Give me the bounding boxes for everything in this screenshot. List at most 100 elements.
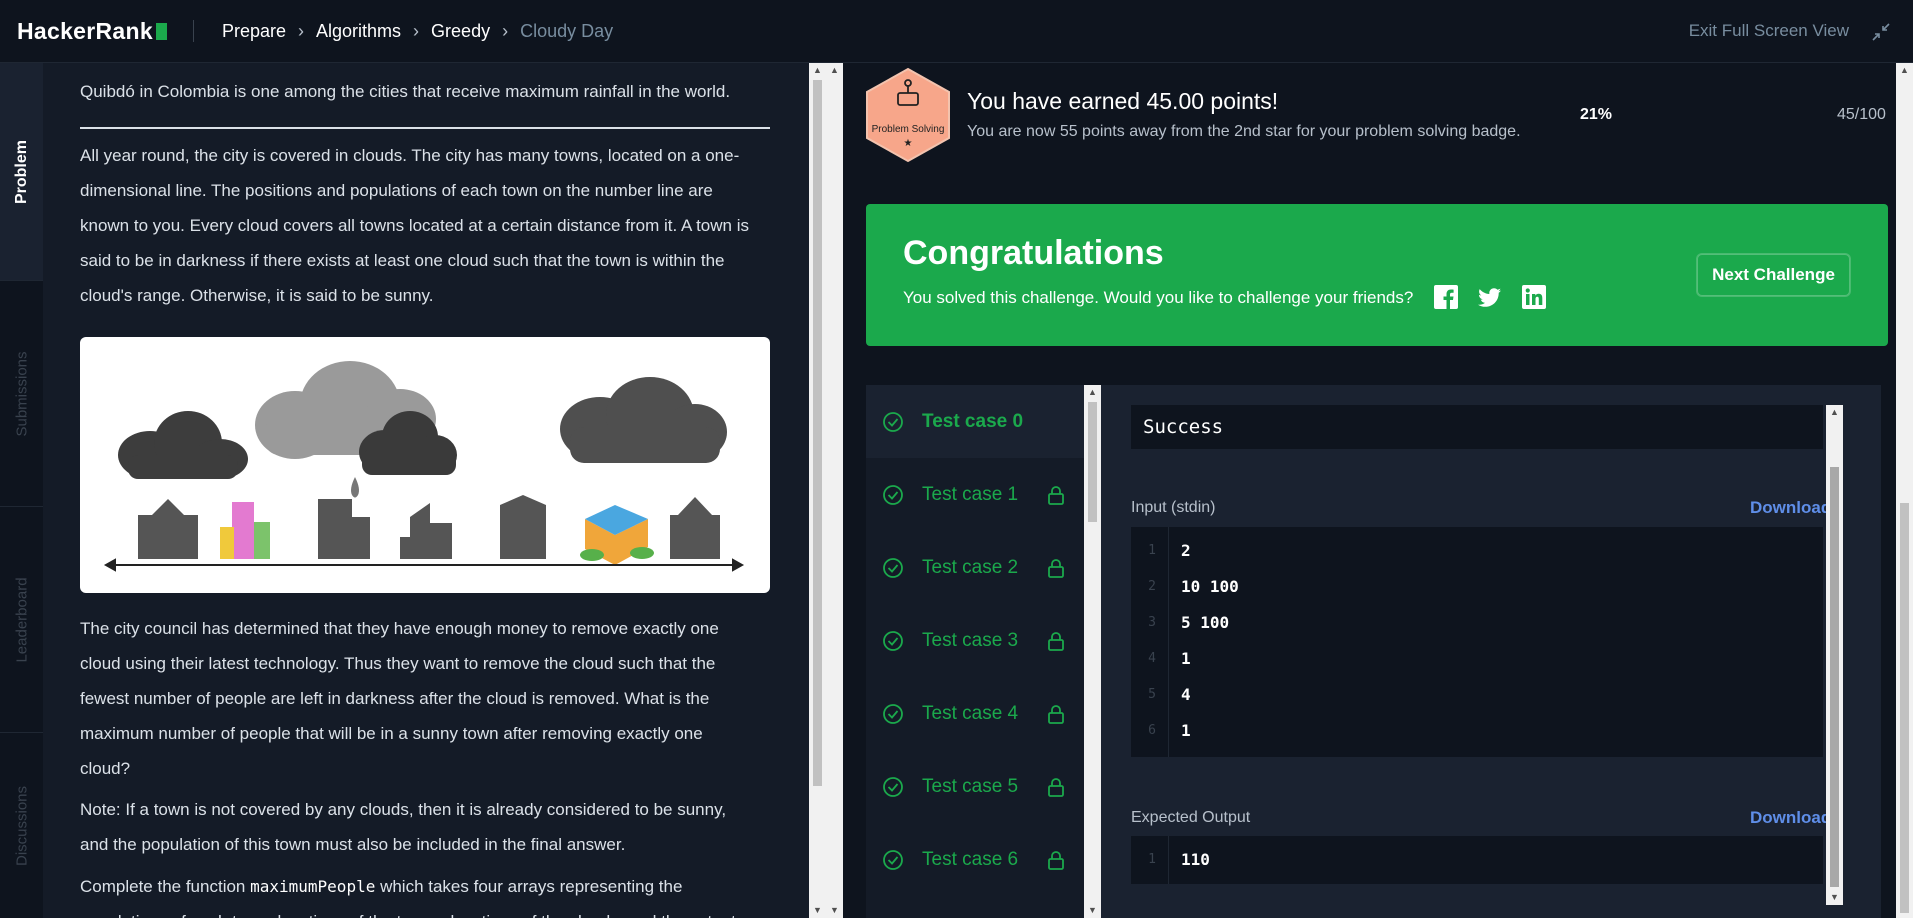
tab-problem-label: Problem bbox=[12, 139, 30, 204]
gutter-scrollbar[interactable]: ▲ ▼ bbox=[826, 63, 843, 918]
test-case-0[interactable]: Test case 0 bbox=[866, 385, 1084, 458]
page-scrollbar[interactable]: ▲ bbox=[1896, 63, 1913, 918]
illustration-svg bbox=[103, 361, 745, 572]
badge-label: Problem Solving bbox=[871, 124, 945, 135]
scroll-up-arrow[interactable]: ▲ bbox=[1826, 405, 1843, 420]
chevron-right-icon: › bbox=[502, 20, 509, 41]
scroll-thumb[interactable] bbox=[813, 80, 822, 786]
check-circle-icon bbox=[883, 484, 903, 505]
line-number: 2 bbox=[1148, 579, 1156, 594]
code-line: 3 5 100 bbox=[1131, 605, 1823, 641]
chevron-right-icon: › bbox=[298, 20, 305, 41]
lock-icon bbox=[1048, 559, 1064, 578]
text-line: known to you. Every cloud covers all tow… bbox=[80, 216, 749, 235]
progress-percent: 21% bbox=[1580, 106, 1613, 123]
expected-output-label: Expected Output bbox=[1131, 809, 1251, 826]
chevron-right-icon: › bbox=[413, 20, 420, 41]
test-case-6[interactable]: Test case 6 bbox=[866, 823, 1084, 896]
code-text: 1 bbox=[1181, 649, 1191, 668]
test-case-1[interactable]: Test case 1 bbox=[866, 458, 1084, 531]
linkedin-icon[interactable] bbox=[1521, 284, 1547, 310]
scroll-thumb[interactable] bbox=[1900, 503, 1909, 913]
scroll-down-arrow[interactable]: ▼ bbox=[809, 903, 826, 918]
test-case-label: Test case 3 bbox=[922, 629, 1019, 651]
clouds-towns-illustration bbox=[80, 337, 770, 593]
scroll-up-arrow[interactable]: ▲ bbox=[826, 63, 843, 78]
tab-problem[interactable]: Problem bbox=[0, 63, 43, 281]
text-line: dimensional line. The positions and popu… bbox=[80, 181, 713, 200]
line-number: 6 bbox=[1148, 723, 1156, 738]
breadcrumb-greedy[interactable]: Greedy bbox=[431, 21, 490, 42]
building-icon bbox=[580, 505, 654, 565]
scroll-down-arrow[interactable]: ▼ bbox=[1084, 903, 1101, 918]
check-circle-icon bbox=[883, 703, 903, 724]
text-line: Note: If a town is not covered by any cl… bbox=[80, 800, 727, 819]
tab-discussions[interactable]: Discussions bbox=[0, 733, 43, 918]
test-case-list: Test case 0 Test case 1 Test case 2 Test… bbox=[866, 385, 1084, 918]
congratulations-banner: Congratulations You solved this challeng… bbox=[866, 204, 1888, 346]
line-number: 4 bbox=[1148, 651, 1156, 666]
divider bbox=[192, 20, 194, 42]
breadcrumb-prepare[interactable]: Prepare bbox=[222, 21, 286, 42]
result-scrollbar[interactable]: ▲ ▼ bbox=[1826, 405, 1843, 905]
code-line: 61 bbox=[1131, 713, 1823, 749]
breadcrumb-algorithms[interactable]: Algorithms bbox=[316, 21, 401, 42]
breadcrumb-current: Cloudy Day bbox=[520, 20, 614, 41]
tab-submissions-label: Submissions bbox=[13, 350, 30, 437]
raindrop-icon bbox=[351, 477, 359, 498]
code-text: 4 bbox=[1181, 685, 1191, 704]
download-output-link[interactable]: Download bbox=[1750, 808, 1831, 828]
check-circle-icon bbox=[883, 630, 903, 651]
test-case-5[interactable]: Test case 5 bbox=[866, 750, 1084, 823]
test-case-label: Test case 2 bbox=[922, 556, 1019, 578]
test-case-3[interactable]: Test case 3 bbox=[866, 604, 1084, 677]
download-input-link[interactable]: Download bbox=[1750, 498, 1831, 518]
text-line: All year round, the city is covered in c… bbox=[80, 146, 740, 165]
building-icon bbox=[670, 497, 720, 559]
scroll-up-arrow[interactable]: ▲ bbox=[1896, 63, 1913, 78]
tab-submissions[interactable]: Submissions bbox=[0, 281, 43, 507]
code-text: 1 bbox=[1181, 721, 1191, 740]
code-text: 5 100 bbox=[1181, 613, 1230, 632]
code-text: 2 bbox=[1181, 541, 1191, 560]
exit-full-screen-link[interactable]: Exit Full Screen View bbox=[1689, 21, 1849, 41]
problem-statement-pane: Quibdó in Colombia is one among the citi… bbox=[43, 63, 809, 918]
scroll-thumb[interactable] bbox=[1830, 467, 1839, 887]
test-case-label: Test case 4 bbox=[922, 702, 1019, 724]
lock-icon bbox=[1048, 632, 1064, 651]
scroll-up-arrow[interactable]: ▲ bbox=[809, 63, 826, 78]
scroll-down-arrow[interactable]: ▼ bbox=[1826, 890, 1843, 905]
check-circle-icon bbox=[883, 776, 903, 797]
text-line: cloud using their latest technology. Thu… bbox=[80, 654, 716, 673]
problem-scrollbar[interactable]: ▲ ▼ bbox=[809, 63, 826, 918]
text-line: cloud's range. Otherwise, it is said to … bbox=[80, 286, 434, 305]
scroll-down-arrow[interactable]: ▼ bbox=[826, 903, 843, 918]
twitter-icon[interactable] bbox=[1477, 284, 1503, 310]
lock-icon bbox=[1048, 705, 1064, 724]
facebook-icon[interactable] bbox=[1433, 284, 1459, 310]
test-case-label: Test case 0 bbox=[922, 410, 1024, 432]
problem-note: Note: If a town is not covered by any cl… bbox=[80, 792, 770, 862]
pane-gutter: ▲ ▼ bbox=[826, 63, 849, 918]
top-bar: HackerRank Prepare › Algorithms › Greedy… bbox=[0, 0, 1913, 63]
problem-solving-badge: Problem Solving ★ bbox=[865, 67, 951, 163]
test-list-scrollbar[interactable]: ▲ ▼ bbox=[1084, 385, 1101, 918]
scroll-up-arrow[interactable]: ▲ bbox=[1084, 385, 1101, 400]
test-case-2[interactable]: Test case 2 bbox=[866, 531, 1084, 604]
test-case-4[interactable]: Test case 4 bbox=[866, 677, 1084, 750]
text-line: cloud? bbox=[80, 759, 131, 778]
text-line: and the population of this town must als… bbox=[80, 835, 626, 854]
congrats-title: Congratulations bbox=[903, 234, 1164, 272]
cloud-icon bbox=[118, 411, 248, 479]
tab-leaderboard[interactable]: Leaderboard bbox=[0, 507, 43, 733]
problem-intro: Quibdó in Colombia is one among the citi… bbox=[80, 82, 731, 101]
building-icon bbox=[220, 502, 270, 559]
tab-discussions-label: Discussions bbox=[13, 785, 30, 866]
hackerrank-logo[interactable]: HackerRank bbox=[17, 18, 167, 45]
points-earned-title: You have earned 45.00 points! bbox=[967, 88, 1279, 114]
code-line: 12 bbox=[1131, 533, 1823, 569]
next-challenge-button[interactable]: Next Challenge bbox=[1696, 253, 1851, 297]
scroll-thumb[interactable] bbox=[1088, 402, 1097, 522]
exit-fullscreen-icon[interactable] bbox=[1871, 22, 1891, 42]
cloud-icon bbox=[560, 377, 727, 463]
